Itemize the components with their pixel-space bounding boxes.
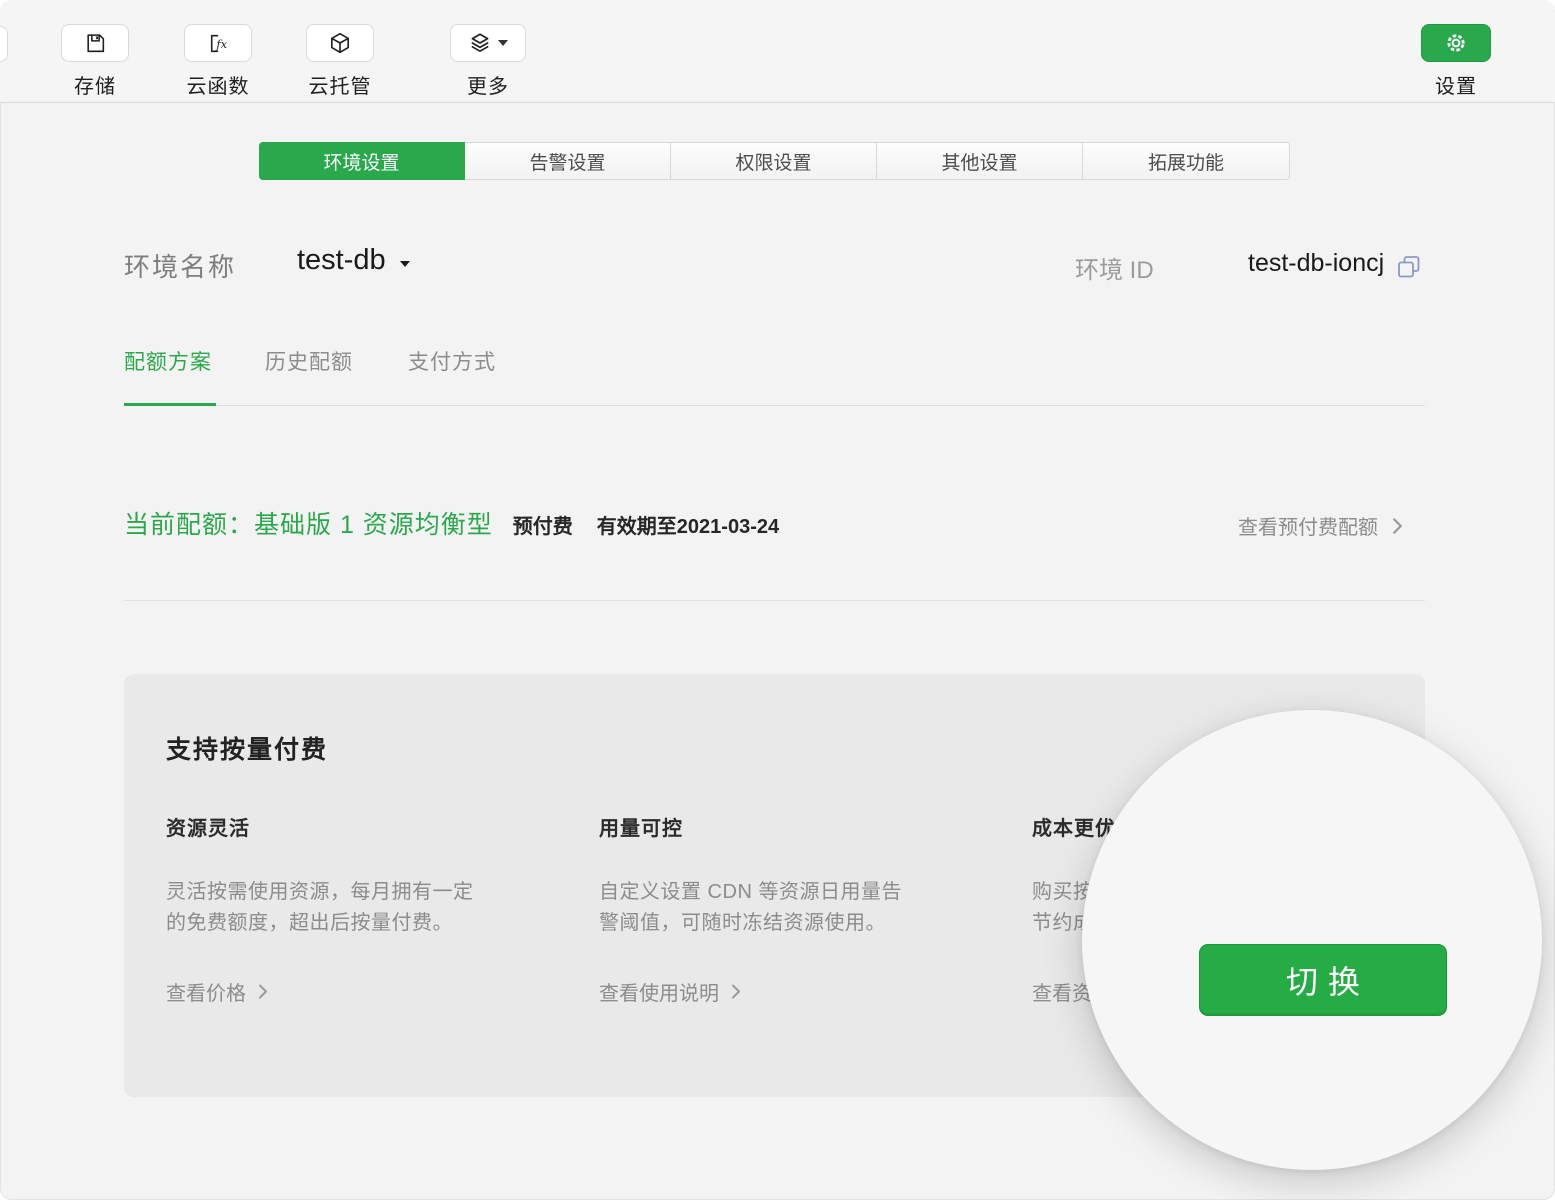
cloud-function-button[interactable]: fx: [184, 24, 252, 62]
save-icon: [84, 32, 107, 55]
quota-pay-type: 预付费: [513, 510, 573, 539]
chevron-right-icon: [1392, 517, 1403, 535]
tab-environment-settings[interactable]: 环境设置: [259, 142, 465, 180]
copy-icon: [1397, 255, 1421, 279]
cloud-function-label: 云函数: [184, 70, 252, 99]
column-title: 用量可控: [599, 812, 939, 841]
toolbar-item-cloud-hosting: 云托管: [306, 24, 374, 99]
cloudbase-settings-page: 存储 fx 云函数 云托管: [0, 0, 1555, 1200]
view-pricing-link[interactable]: 查看价格: [166, 977, 506, 1006]
subtab-quota-plan[interactable]: 配额方案: [124, 346, 212, 376]
chevron-right-icon: [731, 983, 741, 1000]
env-name-label: 环境名称: [124, 247, 236, 284]
env-name-value: test-db: [297, 244, 386, 277]
env-name-caret-icon: [400, 261, 410, 267]
toolbar-item-cloud-function: fx 云函数: [184, 24, 252, 99]
subtab-active-underline: [124, 403, 216, 406]
gear-icon: [1444, 31, 1468, 55]
magnifier-highlight-circle: [1082, 710, 1542, 1170]
cloud-hosting-label: 云托管: [306, 70, 374, 99]
chevron-right-icon: [258, 983, 268, 1000]
cube-icon: [328, 31, 352, 55]
more-label: 更多: [450, 70, 526, 99]
switch-button[interactable]: 切换: [1199, 944, 1447, 1016]
view-pricing-label: 查看价格: [166, 977, 246, 1006]
toolbar-partial-button[interactable]: [0, 26, 8, 62]
env-id-value: test-db-ioncj: [1248, 249, 1384, 278]
more-button[interactable]: [450, 24, 526, 62]
settings-label: 设置: [1421, 70, 1491, 99]
section-divider: [124, 600, 1425, 601]
view-prepaid-quota-link[interactable]: 查看预付费配额: [1238, 511, 1403, 540]
settings-button[interactable]: [1421, 24, 1491, 62]
svg-text:fx: fx: [215, 37, 227, 51]
function-icon: fx: [207, 32, 230, 55]
tab-other-settings[interactable]: 其他设置: [877, 143, 1083, 179]
more-caret-icon: [498, 40, 508, 46]
toolbar-item-more: 更多: [450, 24, 526, 99]
view-usage-guide-label: 查看使用说明: [599, 977, 719, 1006]
cloud-hosting-button[interactable]: [306, 24, 374, 62]
subtab-payment-method[interactable]: 支付方式: [408, 346, 496, 376]
env-name-dropdown[interactable]: test-db: [297, 244, 410, 277]
copy-env-id-button[interactable]: [1397, 255, 1421, 279]
storage-button[interactable]: [61, 24, 129, 62]
panel-column-flexible-resources: 资源灵活 灵活按需使用资源，每月拥有一定 的免费额度，超出后按量付费。 查看价格: [166, 812, 506, 1006]
quota-valid-until: 有效期至2021-03-24: [597, 510, 779, 539]
tab-permission-settings[interactable]: 权限设置: [671, 143, 877, 179]
tab-extensions[interactable]: 拓展功能: [1083, 143, 1289, 179]
tab-alert-settings[interactable]: 告警设置: [465, 143, 671, 179]
column-description: 灵活按需使用资源，每月拥有一定 的免费额度，超出后按量付费。: [166, 877, 506, 939]
toolbar-item-settings: 设置: [1421, 24, 1491, 99]
settings-tabs: 环境设置 告警设置 权限设置 其他设置 拓展功能: [259, 142, 1290, 180]
quota-row: 当前配额：基础版 1 资源均衡型 预付费 有效期至2021-03-24: [124, 505, 779, 541]
panel-column-usage-control: 用量可控 自定义设置 CDN 等资源日用量告 警阈值，可随时冻结资源使用。 查看…: [599, 812, 939, 1006]
toolbar-item-storage: 存储: [61, 24, 129, 99]
subtab-divider: [124, 405, 1425, 406]
layers-icon: [468, 31, 492, 55]
panel-title: 支持按量付费: [166, 730, 328, 766]
view-prepaid-quota-label: 查看预付费配额: [1238, 511, 1378, 540]
storage-label: 存储: [61, 70, 129, 99]
env-id-label: 环境 ID: [1075, 250, 1154, 285]
column-title: 资源灵活: [166, 812, 506, 841]
column-description: 自定义设置 CDN 等资源日用量告 警阈值，可随时冻结资源使用。: [599, 877, 939, 939]
toolbar: 存储 fx 云函数 云托管: [0, 0, 1555, 103]
view-usage-guide-link[interactable]: 查看使用说明: [599, 977, 939, 1006]
current-quota-text: 当前配额：基础版 1 资源均衡型: [124, 505, 493, 541]
subtab-quota-history[interactable]: 历史配额: [265, 346, 353, 376]
